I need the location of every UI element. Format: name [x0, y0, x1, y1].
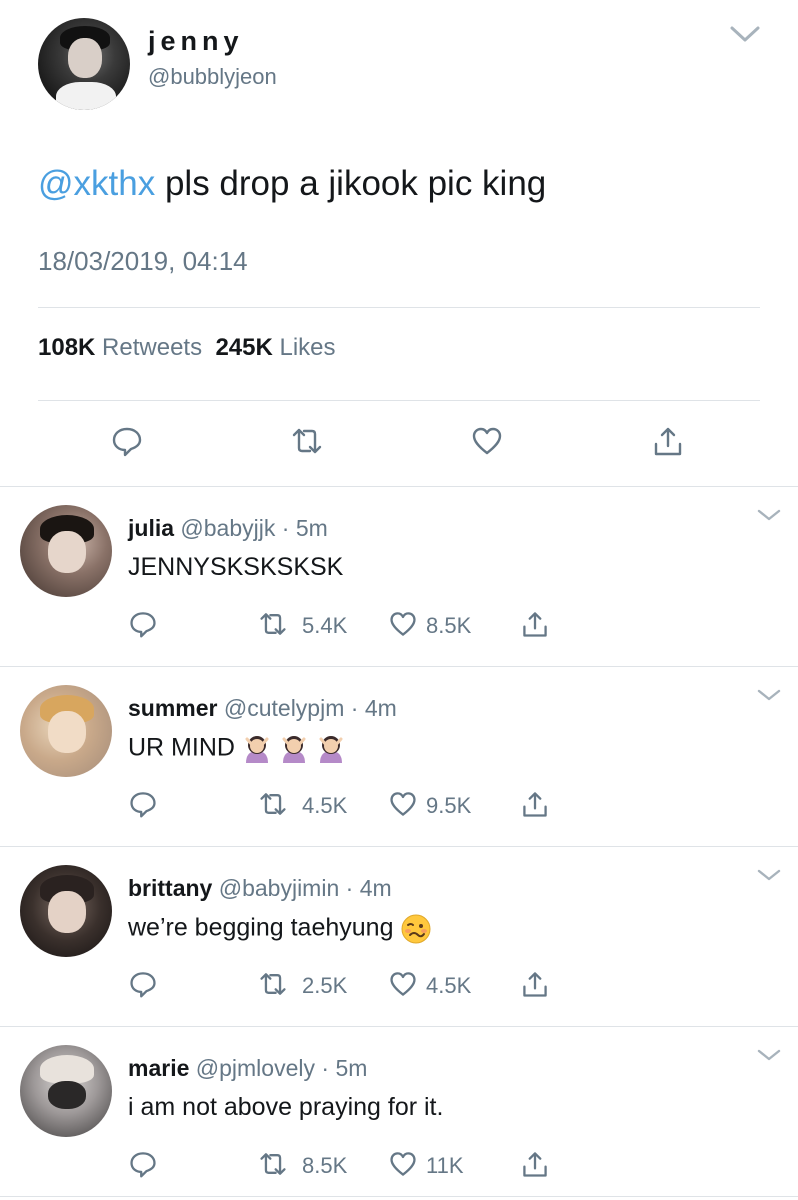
- reply-tweet[interactable]: brittany @babyjimin · 4m we’re begging t…: [0, 847, 798, 1027]
- person-gesturing-no-icon: [245, 736, 269, 763]
- chevron-down-icon[interactable]: [756, 687, 782, 703]
- reply-time[interactable]: 4m: [365, 695, 397, 721]
- chevron-down-icon[interactable]: [756, 867, 782, 883]
- reply-icon[interactable]: [128, 969, 158, 999]
- share-icon[interactable]: [520, 789, 550, 819]
- retweets-label: Retweets: [102, 334, 203, 361]
- avatar[interactable]: [20, 505, 112, 597]
- separator: ·: [281, 515, 290, 541]
- retweet-icon[interactable]: [258, 789, 288, 819]
- retweet-count: 5.4K: [302, 613, 348, 638]
- reply-time[interactable]: 5m: [296, 515, 328, 541]
- retweet-icon[interactable]: [258, 969, 288, 999]
- reply-display-name[interactable]: summer: [128, 695, 217, 721]
- reply-body: JENNYSKSKSKSK: [128, 553, 344, 581]
- separator: ·: [345, 875, 354, 901]
- reply-tweet[interactable]: summer @cutelypjm · 4m UR MIND 4.5K 9.5K: [0, 667, 798, 847]
- reply-icon[interactable]: [128, 609, 158, 639]
- reply-text: we’re begging taehyung: [128, 913, 432, 945]
- retweet-icon[interactable]: [258, 609, 288, 639]
- reply-body: UR MIND: [128, 733, 242, 762]
- reply-time[interactable]: 4m: [360, 875, 392, 901]
- reply-display-name[interactable]: julia: [128, 515, 174, 541]
- reply-actions: 4.5K 9.5K: [0, 789, 798, 825]
- reply-body: we’re begging taehyung: [128, 913, 401, 942]
- like-icon[interactable]: [388, 789, 418, 819]
- avatar[interactable]: [20, 685, 112, 777]
- main-tweet: jenny @bubblyjeon @xkthx pls drop a jiko…: [0, 0, 798, 488]
- reply-display-name[interactable]: marie: [128, 1055, 189, 1081]
- reply-header: julia @babyjjk · 5m: [128, 515, 328, 542]
- reply-tweet[interactable]: marie @pjmlovely · 5m i am not above pra…: [0, 1027, 798, 1200]
- reply-body: i am not above praying for it.: [128, 1093, 444, 1121]
- like-icon[interactable]: [388, 1149, 418, 1179]
- reply-text: JENNYSKSKSKSK: [128, 553, 343, 582]
- reply-header: summer @cutelypjm · 4m: [128, 695, 397, 722]
- reply-actions: 2.5K 4.5K: [0, 969, 798, 1005]
- chevron-down-icon[interactable]: [756, 507, 782, 523]
- reply-handle[interactable]: @babyjjk: [180, 515, 275, 541]
- retweet-count: 2.5K: [302, 973, 348, 998]
- retweets-count: 108K: [38, 334, 96, 361]
- retweet-icon[interactable]: [290, 424, 324, 458]
- reply-handle[interactable]: @cutelypjm: [224, 695, 345, 721]
- reply-header: marie @pjmlovely · 5m: [128, 1055, 367, 1082]
- tweet-stats: 108K Retweets 245K Likes: [38, 334, 336, 362]
- reply-text: i am not above praying for it.: [128, 1093, 443, 1122]
- reply-text: UR MIND: [128, 733, 346, 765]
- share-icon[interactable]: [520, 969, 550, 999]
- retweet-count: 8.5K: [302, 1153, 348, 1178]
- like-icon[interactable]: [388, 969, 418, 999]
- like-count: 8.5K: [426, 613, 472, 638]
- chevron-down-icon[interactable]: [728, 22, 762, 46]
- mention-link[interactable]: @xkthx: [38, 164, 155, 203]
- divider: [38, 400, 760, 401]
- reply-icon[interactable]: [128, 789, 158, 819]
- reply-handle[interactable]: @babyjimin: [219, 875, 340, 901]
- reply-icon[interactable]: [110, 424, 144, 458]
- separator: ·: [321, 1055, 330, 1081]
- reply-time[interactable]: 5m: [335, 1055, 367, 1081]
- person-gesturing-no-icon: [319, 736, 343, 763]
- person-gesturing-no-icon: [282, 736, 306, 763]
- like-icon[interactable]: [388, 609, 418, 639]
- retweets-stat[interactable]: 108K Retweets: [38, 334, 202, 361]
- reply-handle[interactable]: @pjmlovely: [196, 1055, 315, 1081]
- like-count: 9.5K: [426, 793, 472, 818]
- like-icon[interactable]: [470, 424, 504, 458]
- share-icon[interactable]: [520, 1149, 550, 1179]
- like-count: 4.5K: [426, 973, 472, 998]
- like-count: 11K: [426, 1153, 464, 1178]
- reply-actions: 5.4K 8.5K: [0, 609, 798, 645]
- timestamp[interactable]: 18/03/2019, 04:14: [38, 246, 248, 277]
- reply-header: brittany @babyjimin · 4m: [128, 875, 392, 902]
- user-handle[interactable]: @bubblyjeon: [148, 64, 277, 90]
- retweet-count: 4.5K: [302, 793, 348, 818]
- tweet-body: pls drop a jikook pic king: [155, 164, 547, 203]
- divider: [0, 1196, 798, 1197]
- reply-display-name[interactable]: brittany: [128, 875, 212, 901]
- likes-count: 245K: [215, 334, 273, 361]
- share-icon[interactable]: [520, 609, 550, 639]
- divider: [38, 307, 760, 308]
- tweet-actions: [0, 424, 798, 464]
- avatar[interactable]: [38, 18, 130, 110]
- chevron-down-icon[interactable]: [756, 1047, 782, 1063]
- avatar[interactable]: [20, 865, 112, 957]
- reply-actions: 8.5K 11K: [0, 1149, 798, 1185]
- likes-stat[interactable]: 245K Likes: [215, 334, 335, 361]
- retweet-icon[interactable]: [258, 1149, 288, 1179]
- avatar[interactable]: [20, 1045, 112, 1137]
- likes-label: Likes: [279, 334, 336, 361]
- separator: ·: [350, 695, 359, 721]
- display-name[interactable]: jenny: [148, 26, 244, 57]
- reply-tweet[interactable]: julia @babyjjk · 5m JENNYSKSKSKSK 5.4K 8…: [0, 487, 798, 667]
- reply-icon[interactable]: [128, 1149, 158, 1179]
- tweet-text: @xkthx pls drop a jikook pic king: [38, 164, 546, 204]
- woozy-face-icon: [401, 914, 431, 944]
- share-icon[interactable]: [651, 424, 685, 458]
